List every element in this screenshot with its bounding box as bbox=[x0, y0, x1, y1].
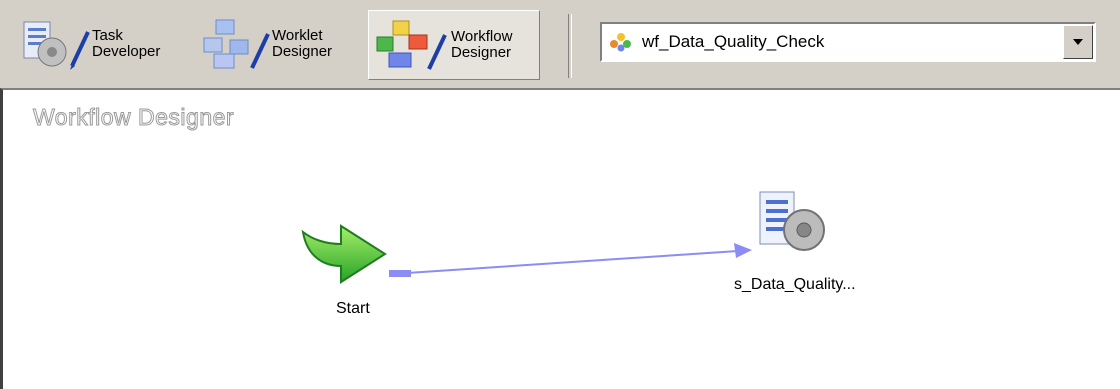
workflow-selector-value: wf_Data_Quality_Check bbox=[642, 32, 825, 51]
task-developer-button[interactable]: Task Developer bbox=[20, 10, 185, 78]
start-node-label: Start bbox=[336, 300, 370, 317]
worklet-designer-label: Worklet Designer bbox=[272, 27, 333, 60]
workflow-icon bbox=[610, 33, 631, 52]
toolbar-separator bbox=[568, 14, 572, 78]
session-task-icon[interactable] bbox=[754, 188, 838, 258]
task-developer-label: Task Developer bbox=[92, 27, 161, 60]
workflow-designer-button[interactable]: Workflow Designer bbox=[368, 10, 540, 80]
workflow-canvas[interactable] bbox=[0, 88, 1120, 389]
canvas-title: Workflow Designer bbox=[32, 104, 235, 131]
chevron-down-icon bbox=[1073, 39, 1083, 45]
workflow-designer-icon bbox=[376, 20, 447, 70]
dropdown-arrow-button[interactable] bbox=[1063, 25, 1093, 59]
workflow-designer-label: Workflow Designer bbox=[451, 28, 513, 61]
task-developer-icon bbox=[23, 21, 90, 70]
designer-toolbar: Task Developer Worklet Designer Workflow… bbox=[0, 0, 1120, 86]
session-node-label: s_Data_Quality... bbox=[734, 276, 856, 293]
worklet-designer-button[interactable]: Worklet Designer bbox=[198, 10, 358, 78]
worklet-designer-icon bbox=[203, 19, 270, 69]
workflow-selector-dropdown[interactable]: wf_Data_Quality_Check bbox=[600, 22, 1096, 62]
start-node-icon[interactable] bbox=[297, 222, 389, 288]
